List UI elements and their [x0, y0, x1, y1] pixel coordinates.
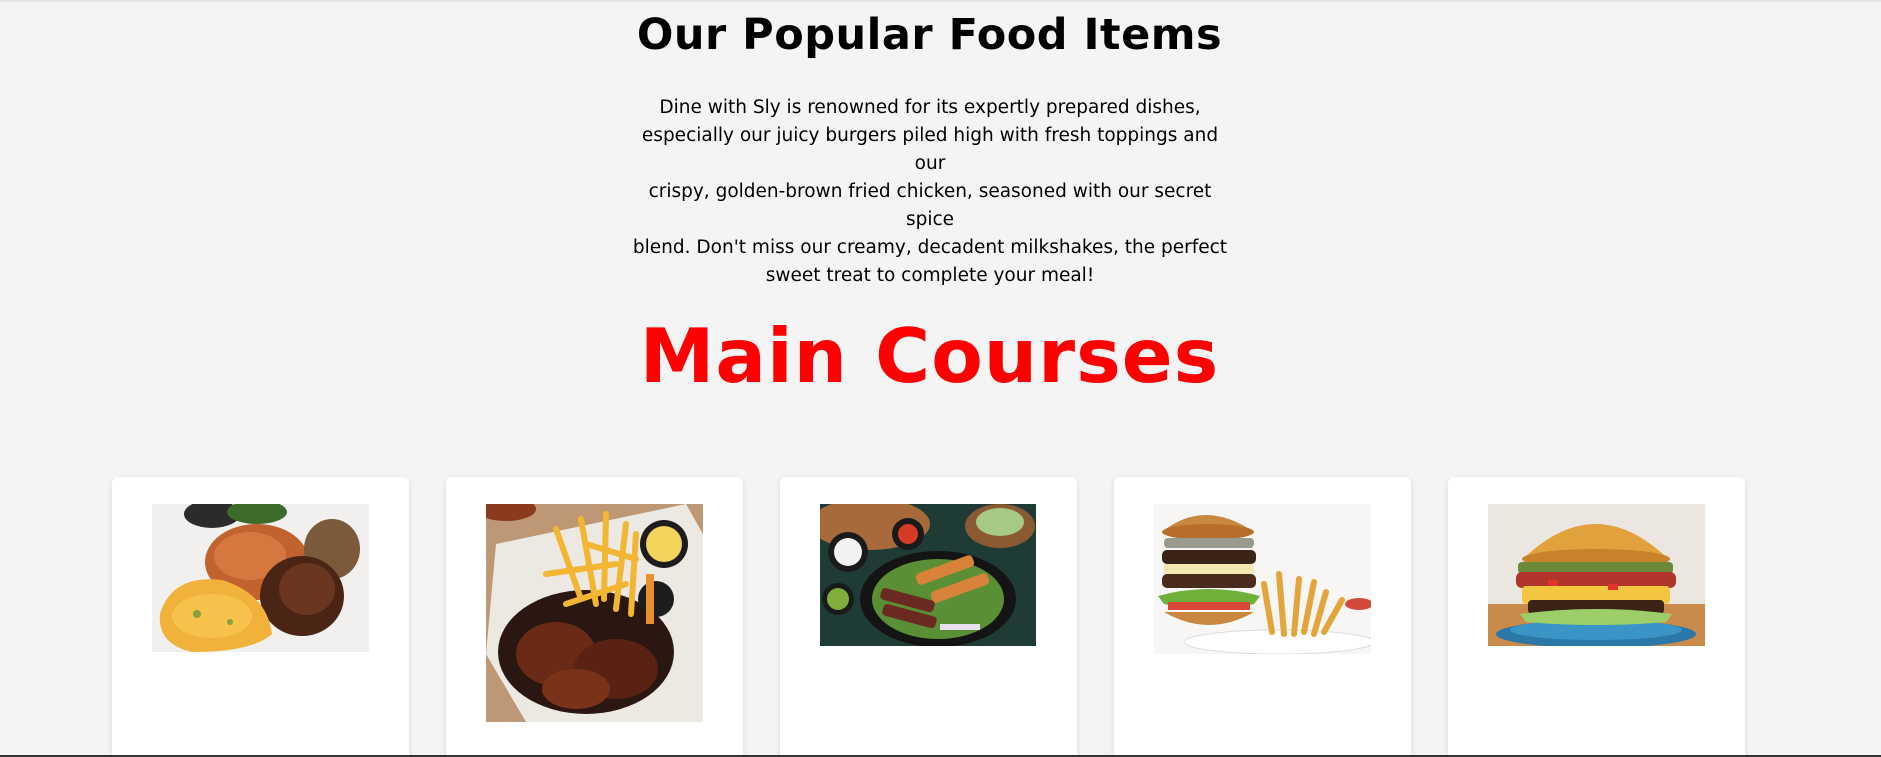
- intro-line: sweet treat to complete your meal!: [765, 265, 1095, 286]
- food-card-4[interactable]: [1114, 477, 1411, 757]
- intro-line: especially our juicy burgers piled high …: [641, 125, 1219, 174]
- intro-paragraph: Dine with Sly is renowned for its expert…: [630, 94, 1230, 290]
- food-card-3[interactable]: [780, 477, 1077, 757]
- wings-and-fries-image: [486, 504, 703, 722]
- jollof-rice-chicken-image: [152, 504, 369, 652]
- intro-line: blend. Don't miss our creamy, decadent m…: [632, 237, 1228, 258]
- food-card-1[interactable]: [112, 477, 409, 757]
- steak-chicken-salad-image: [820, 504, 1036, 646]
- burger-and-fries-image: [1154, 504, 1371, 654]
- food-card-2[interactable]: [446, 477, 743, 757]
- main-courses-title: Main Courses: [639, 312, 1220, 400]
- intro-line: Dine with Sly is renowned for its expert…: [659, 97, 1201, 118]
- section-title: Our Popular Food Items: [636, 10, 1223, 60]
- food-card-5[interactable]: [1448, 477, 1745, 757]
- top-divider: [0, 0, 1881, 2]
- loaded-burger-image: [1488, 504, 1705, 646]
- intro-line: crispy, golden-brown fried chicken, seas…: [648, 181, 1212, 230]
